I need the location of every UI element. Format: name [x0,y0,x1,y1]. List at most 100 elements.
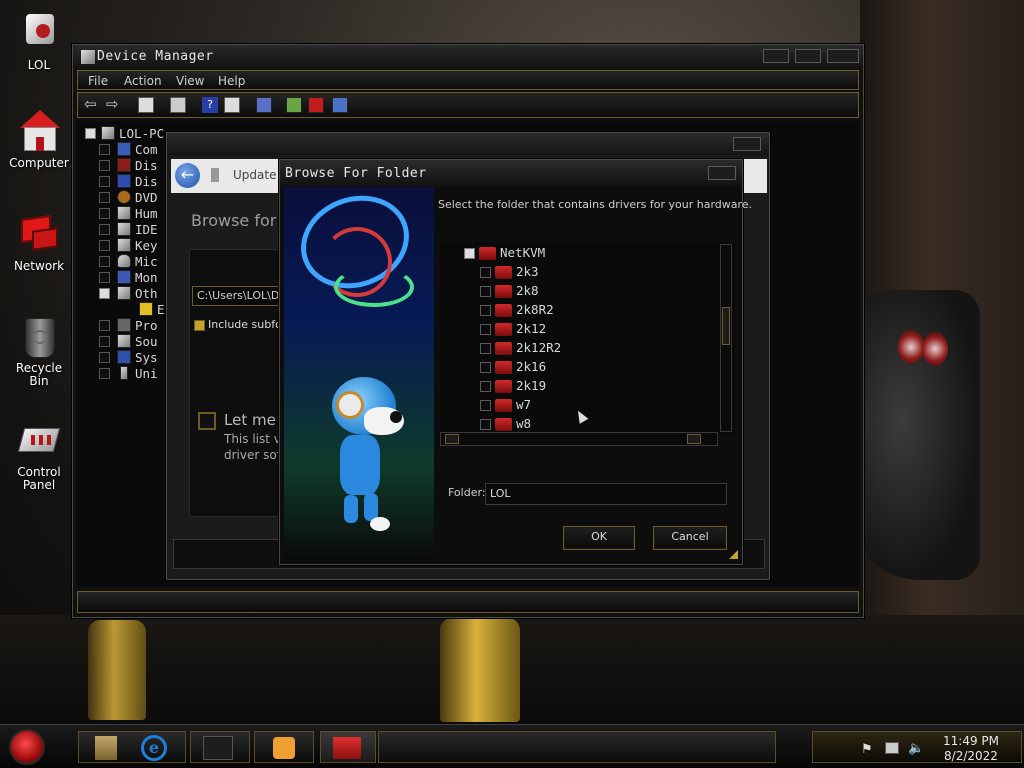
start-button[interactable] [9,729,45,765]
folder-item[interactable]: 2k12 [440,320,710,339]
vertical-scrollbar[interactable] [720,244,732,432]
collapse-icon[interactable] [85,128,96,139]
scroll-left-icon[interactable] [445,434,459,444]
desktop-icon-recycle-bin[interactable]: Recycle Bin [0,316,78,388]
back-arrow-icon[interactable]: ← [175,163,200,188]
taskbar-app-active[interactable] [320,731,376,763]
flag-icon[interactable]: ⚑ [861,742,873,757]
let-me-pick-desc: This list v [224,432,281,446]
taskbar-app[interactable] [190,731,250,763]
folder-item[interactable]: 2k12R2 [440,339,710,358]
folder-item[interactable]: 2k3 [440,263,710,282]
folder-tree-root[interactable]: NetKVM [440,244,700,263]
include-subfolders-checkbox[interactable] [194,320,205,331]
folder-input[interactable]: LOL [485,483,727,505]
menu-view[interactable]: View [176,74,204,88]
desktop-icon-lol[interactable]: LOL [0,12,78,72]
device-manager-titlebar[interactable]: Device Manager [73,45,863,69]
collapse-icon[interactable] [99,288,110,299]
dvd-drive-icon [117,190,131,204]
taskbar-empty-slot [378,731,776,763]
computer-icon [101,126,115,140]
checkbox[interactable] [480,362,491,373]
close-button[interactable] [827,49,859,63]
disk-drive-icon [117,158,131,172]
path-input[interactable]: C:\Users\LOL\D [192,286,292,306]
folder-item[interactable]: 2k19 [440,377,710,396]
other-devices-icon [117,286,131,300]
ok-button[interactable]: OK [563,526,635,550]
folder-item[interactable]: 2k8 [440,282,710,301]
dialog-instruction: Select the folder that contains drivers … [438,198,753,211]
checkbox[interactable] [480,267,491,278]
resize-grip-icon[interactable] [729,550,738,559]
desktop-icon-network[interactable]: Network [0,213,78,273]
folder-icon [495,418,512,431]
help-icon[interactable]: ? [202,97,218,113]
wallpaper-bottle [88,620,146,720]
taskbar-app[interactable] [254,731,314,763]
browse-titlebar[interactable]: Browse For Folder [280,160,742,186]
checkbox[interactable] [480,343,491,354]
volume-icon[interactable]: 🔈 [908,741,924,756]
checkbox[interactable] [480,419,491,430]
ide-controller-icon [117,222,131,236]
user-folder-icon [18,12,60,54]
folder-label: Folder: [448,486,486,499]
folder-icon [495,285,512,298]
network-tray-icon[interactable] [885,742,899,754]
checkbox[interactable] [480,286,491,297]
taskbar: e ⚑ 🔈 11:49 PM 8/2/2022 [0,724,1024,768]
scrollbar-thumb[interactable] [722,307,730,345]
wallpaper-bottle [440,618,520,722]
action-pane-icon[interactable] [224,97,240,113]
uninstall-icon[interactable] [308,97,324,113]
scan-hardware-icon[interactable] [256,97,272,113]
properties-icon[interactable] [170,97,186,113]
sound-icon [117,334,131,348]
folder-icon [479,247,496,260]
clock-time[interactable]: 11:49 PM [941,734,1001,748]
system-devices-icon [117,350,131,364]
folder-item[interactable]: 2k16 [440,358,710,377]
wizard-heading: Browse for d [191,211,292,230]
update-driver-icon[interactable] [286,97,302,113]
checkbox[interactable] [480,305,491,316]
monitor-icon [117,270,131,284]
back-arrow-icon[interactable]: ⇦ [84,97,100,113]
close-button[interactable] [708,166,736,180]
computer-icon [18,110,60,152]
folder-item[interactable]: 2k8R2 [440,301,710,320]
maximize-button[interactable] [795,49,821,63]
menu-bar: File Action View Help [77,70,859,90]
menu-help[interactable]: Help [218,74,245,88]
collapse-icon[interactable] [464,248,475,259]
desktop-icon-label: Control Panel [17,465,61,492]
let-me-pick-radio[interactable] [198,412,216,430]
desktop-icon-control-panel[interactable]: Control Panel [0,420,78,492]
menu-file[interactable]: File [88,74,108,88]
horizontal-scrollbar[interactable] [440,432,718,446]
update-drivers-titlebar[interactable] [167,133,769,155]
folder-icon[interactable] [95,736,117,760]
scroll-right-icon[interactable] [687,434,701,444]
internet-explorer-icon[interactable]: e [141,735,167,761]
desktop-icon-computer[interactable]: Computer [0,110,78,170]
folder-icon [495,342,512,355]
car-taillight [922,332,948,366]
menu-action[interactable]: Action [124,74,162,88]
forward-arrow-icon[interactable]: ⇨ [106,97,122,113]
checkbox[interactable] [480,400,491,411]
swirl-art [334,267,414,307]
minimize-button[interactable] [763,49,789,63]
toolbox-icon [333,737,361,759]
folder-icon [495,399,512,412]
close-button[interactable] [733,137,761,151]
enable-device-icon[interactable] [332,97,348,113]
show-hide-tree-icon[interactable] [138,97,154,113]
clock-date[interactable]: 8/2/2022 [941,749,1001,763]
cancel-button[interactable]: Cancel [653,526,727,550]
checkbox[interactable] [480,381,491,392]
display-adapter-icon [117,174,131,188]
checkbox[interactable] [480,324,491,335]
